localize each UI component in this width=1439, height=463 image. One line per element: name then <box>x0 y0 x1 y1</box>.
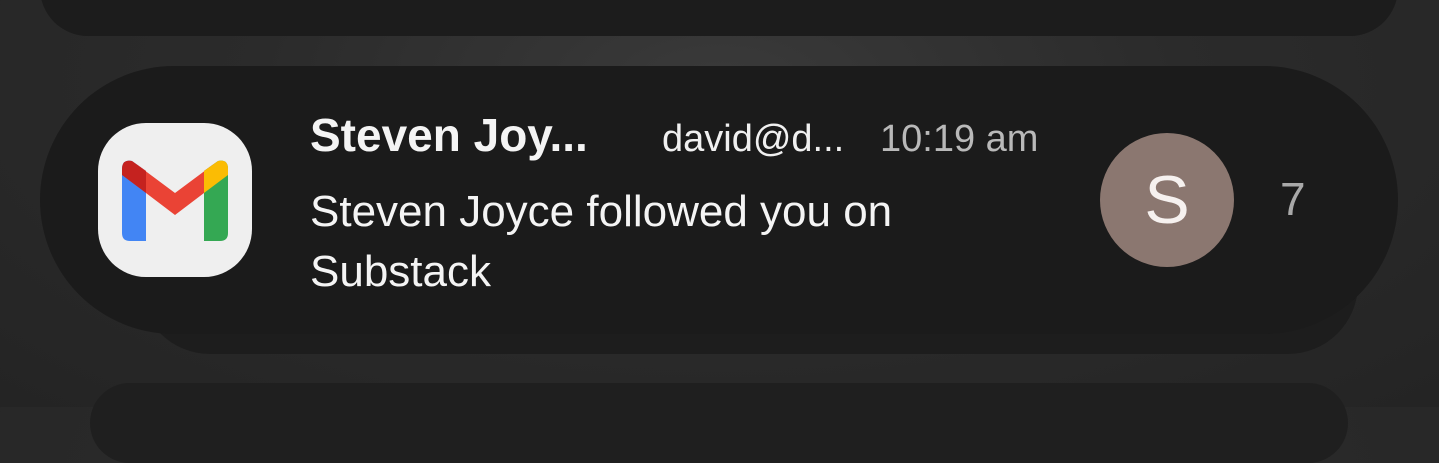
avatar-letter: S <box>1144 162 1190 238</box>
gmail-icon <box>98 123 252 277</box>
gmail-notification-card[interactable]: Steven Joy... david@d... 10:19 am Steven… <box>40 66 1398 334</box>
notification-message: Steven Joyce followed you on Substack <box>310 187 893 296</box>
next-notification-card[interactable] <box>90 383 1348 463</box>
notification-account: david@d... <box>662 118 845 160</box>
sender-avatar: S <box>1100 133 1234 267</box>
notification-sender: Steven Joy... <box>310 109 588 161</box>
notification-time: 10:19 am <box>880 118 1039 160</box>
notification-count[interactable]: 7 <box>1280 172 1306 226</box>
previous-notification-card[interactable] <box>40 0 1398 36</box>
